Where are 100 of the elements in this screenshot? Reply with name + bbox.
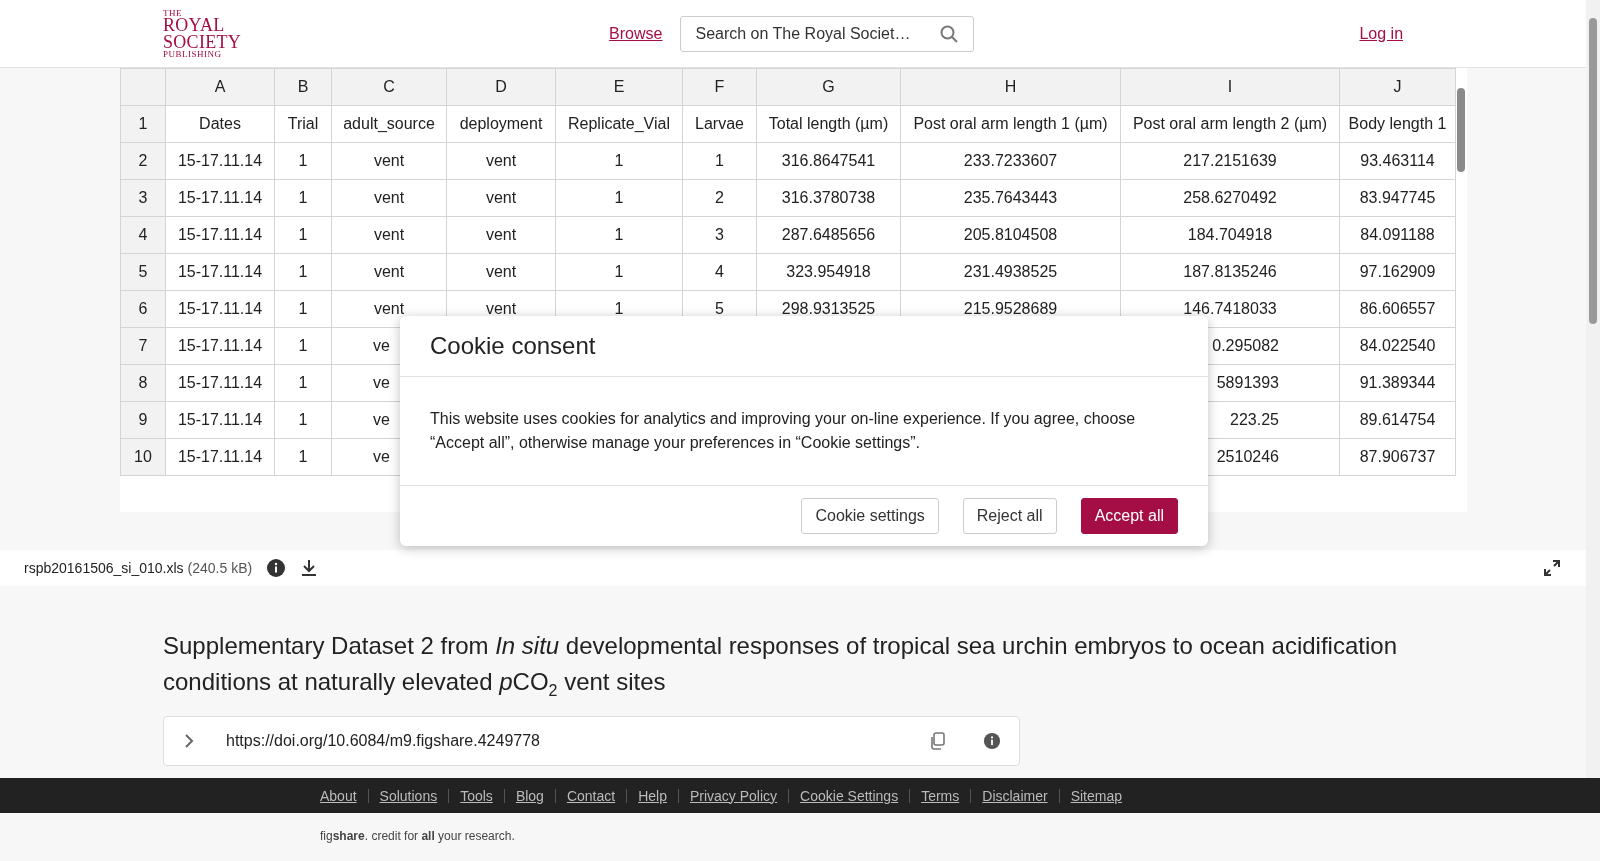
table-cell: 1 xyxy=(274,290,332,328)
row-number: 3 xyxy=(120,179,166,217)
table-cell: 3 xyxy=(682,216,757,254)
table-cell: 15-17.11.14 xyxy=(165,216,275,254)
search-field[interactable]: Search on The Royal Societ… xyxy=(680,15,975,52)
table-cell: Post oral arm length 2 (µm) xyxy=(1120,105,1340,143)
footer-link[interactable]: About xyxy=(320,787,357,804)
table-cell: 217.2151639 xyxy=(1120,142,1340,180)
footer-link[interactable]: Disclaimer xyxy=(982,787,1048,804)
dataset-title: Supplementary Dataset 2 from In situ developmental responses of tropical sea urchin embryos to ocean acidification conditions at naturally elevated pCO$_{2}$ vent sites xyxy=(163,631,1398,700)
download-icon[interactable] xyxy=(300,559,319,577)
table-cell: 1 xyxy=(274,253,332,291)
column-header[interactable]: J xyxy=(1339,68,1456,106)
footer-link[interactable]: Solutions xyxy=(379,787,438,804)
column-header[interactable]: C xyxy=(331,68,447,106)
column-header[interactable]: A xyxy=(165,68,275,106)
dialog-button[interactable]: Reject all xyxy=(962,498,1057,534)
table-cell: 87.906737 xyxy=(1339,438,1456,476)
table-cell: 1 xyxy=(274,179,332,217)
table-cell: Post oral arm length 1 (µm) xyxy=(900,105,1121,143)
table-cell: 1 xyxy=(555,253,683,291)
column-header[interactable]: B xyxy=(274,68,332,106)
footer-link[interactable]: Tools xyxy=(460,787,493,804)
column-header[interactable]: E xyxy=(555,68,683,106)
column-header[interactable]: I xyxy=(1120,68,1340,106)
table-cell: 4 xyxy=(682,253,757,291)
table-cell: 93.463114 xyxy=(1339,142,1456,180)
table-cell: 86.606557 xyxy=(1339,290,1456,328)
table-cell: 15-17.11.14 xyxy=(165,179,275,217)
table-cell: 84.022540 xyxy=(1339,327,1456,365)
column-header[interactable]: F xyxy=(682,68,757,106)
row-number: 7 xyxy=(120,327,166,365)
column-header[interactable]: H xyxy=(900,68,1121,106)
row-number: 5 xyxy=(120,253,166,291)
table-cell: 231.4938525 xyxy=(900,253,1121,291)
table-cell: vent xyxy=(331,142,447,180)
table-cell: 1 xyxy=(274,142,332,180)
table-cell: 187.8135246 xyxy=(1120,253,1340,291)
table-cell: 1 xyxy=(274,364,332,402)
table-cell: 1 xyxy=(555,216,683,254)
dialog-button[interactable]: Accept all xyxy=(1080,498,1178,534)
logo[interactable]: THE ROYAL SOCIETY PUBLISHING xyxy=(163,9,242,58)
table-cell: Trial xyxy=(274,105,332,143)
search-icon[interactable] xyxy=(940,24,959,43)
table-cell: Dates xyxy=(165,105,275,143)
row-number: 4 xyxy=(120,216,166,254)
footer-link[interactable]: Blog xyxy=(515,787,544,804)
table-cell: vent xyxy=(331,253,447,291)
table-cell: 84.091188 xyxy=(1339,216,1456,254)
dialog-button[interactable]: Cookie settings xyxy=(801,498,939,534)
footer-link[interactable]: Help xyxy=(638,787,667,804)
chevron-icon[interactable] xyxy=(184,733,194,749)
table-cell: 15-17.11.14 xyxy=(165,253,275,291)
column-header[interactable]: D xyxy=(446,68,556,106)
table-cell: 233.7233607 xyxy=(900,142,1121,180)
table-cell: 83.947745 xyxy=(1339,179,1456,217)
table-cell: vent xyxy=(331,179,447,217)
row-number: 2 xyxy=(120,142,166,180)
page-scrollbar[interactable] xyxy=(1586,0,1600,778)
table-cell: 1 xyxy=(274,401,332,439)
table-cell: deployment xyxy=(446,105,556,143)
doi-link[interactable]: https://doi.org/10.6084/m9.figshare.4249778 xyxy=(226,732,540,750)
table-cell: adult_source xyxy=(331,105,447,143)
copy-icon[interactable] xyxy=(929,732,945,750)
row-number: 9 xyxy=(120,401,166,439)
table-cell: 1 xyxy=(274,216,332,254)
row-number: 6 xyxy=(120,290,166,328)
table-cell: vent xyxy=(446,142,556,180)
footer-link[interactable]: Contact xyxy=(566,787,616,804)
table-cell: vent xyxy=(446,179,556,217)
expand-icon[interactable] xyxy=(1544,560,1560,576)
login-link[interactable]: Log in xyxy=(1359,24,1404,43)
table-cell: vent xyxy=(446,253,556,291)
table-cell: Total length (µm) xyxy=(756,105,901,143)
footer-link[interactable]: Terms xyxy=(921,787,960,804)
table-cell: 15-17.11.14 xyxy=(165,327,275,365)
table-cell: 97.162909 xyxy=(1339,253,1456,291)
file-size: (240.5 kB) xyxy=(187,560,253,576)
table-cell: 323.954918 xyxy=(756,253,901,291)
table-cell: 15-17.11.14 xyxy=(165,438,275,476)
table-cell: 184.704918 xyxy=(1120,216,1340,254)
table-cell: 258.6270492 xyxy=(1120,179,1340,217)
row-number: 1 xyxy=(120,105,166,143)
table-cell: 15-17.11.14 xyxy=(165,364,275,402)
table-cell: 91.389344 xyxy=(1339,364,1456,402)
table-cell: vent xyxy=(446,216,556,254)
column-header[interactable]: G xyxy=(756,68,901,106)
info-icon[interactable] xyxy=(266,558,287,578)
table-cell: 235.7643443 xyxy=(900,179,1121,217)
footer-link[interactable]: Cookie Settings xyxy=(800,787,899,804)
table-cell: 205.8104508 xyxy=(900,216,1121,254)
table-cell: Body length 1 xyxy=(1339,105,1456,143)
table-cell: 1 xyxy=(555,179,683,217)
footer-link[interactable]: Sitemap xyxy=(1070,787,1122,804)
footer-link[interactable]: Privacy Policy xyxy=(689,787,778,804)
table-cell: 15-17.11.14 xyxy=(165,401,275,439)
tagline: figshare. credit for all your research. xyxy=(319,828,516,843)
table-cell: Replicate_Vial xyxy=(555,105,683,143)
info-icon[interactable] xyxy=(983,732,1001,750)
browse-link[interactable]: Browse xyxy=(609,24,663,43)
